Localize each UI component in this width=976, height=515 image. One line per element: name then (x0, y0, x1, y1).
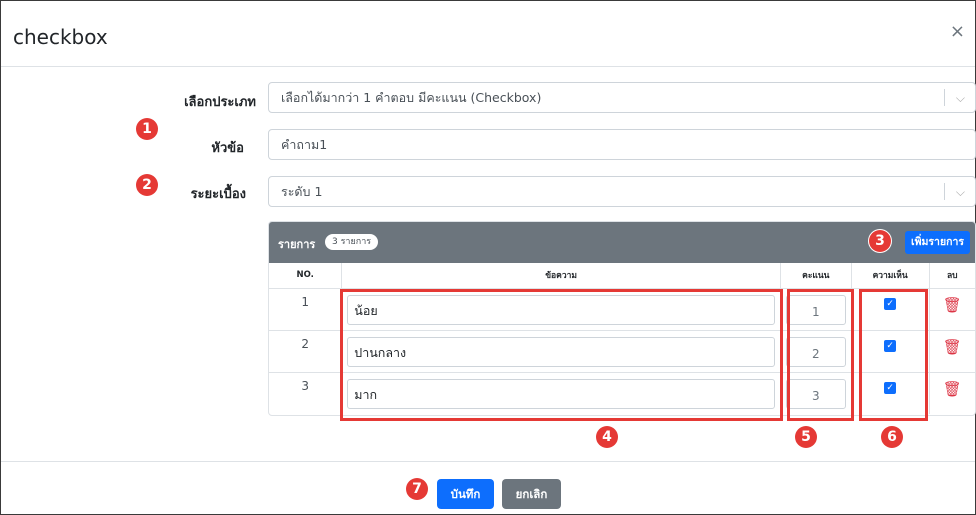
type-label: เลือกประเภท (184, 95, 256, 110)
col-header-score: คะแนน (780, 263, 852, 289)
score-cell: 2 (780, 330, 852, 373)
save-button[interactable]: บันทึก (437, 479, 494, 509)
item-score-input[interactable]: 3 (785, 378, 846, 409)
topic-input[interactable]: คำถาม1 (268, 129, 976, 160)
col-header-comment: ความเห็น (851, 263, 930, 289)
col-header-no: NO. (269, 263, 343, 289)
level-select[interactable]: ระดับ 1 ⌵ (268, 176, 976, 207)
cancel-button[interactable]: ยกเลิก (502, 479, 561, 509)
item-score-input[interactable]: 1 (785, 294, 846, 325)
comment-checkbox[interactable]: ✓ (884, 339, 897, 352)
row-number: 3 (269, 372, 343, 414)
text-cell: น้อย (341, 288, 781, 331)
comment-cell: ✓ (851, 288, 930, 331)
chevron-down-icon: ⌵ (955, 91, 965, 105)
trash-icon[interactable]: 🗑 (943, 338, 962, 356)
comment-cell: ✓ (851, 330, 930, 373)
comment-checkbox[interactable]: ✓ (884, 297, 897, 310)
table-row: 2 ปานกลาง 2 ✓ 🗑 (269, 330, 975, 373)
score-cell: 3 (780, 372, 852, 414)
table-row: 3 มาก 3 ✓ 🗑 (269, 372, 975, 414)
row-number: 2 (269, 330, 343, 373)
marker-6: 6 (881, 426, 903, 448)
table-header-row: NO. ข้อความ คะแนน ความเห็น ลบ (269, 263, 975, 289)
chevron-down-icon: ⌵ (955, 185, 965, 199)
delete-cell: 🗑 (929, 372, 975, 414)
text-cell: ปานกลาง (341, 330, 781, 373)
trash-icon[interactable]: 🗑 (943, 380, 962, 398)
comment-cell: ✓ (851, 372, 930, 414)
marker-3: 3 (869, 230, 891, 252)
type-select-value: เลือกได้มากว่า 1 คำตอบ มีคะแนน (Checkbox… (281, 90, 542, 105)
modal-footer: บันทึก ยกเลิก (1, 461, 975, 515)
comment-checkbox[interactable]: ✓ (884, 381, 897, 394)
level-select-value: ระดับ 1 (281, 184, 323, 199)
modal-title: checkbox (13, 25, 108, 49)
add-item-button[interactable]: เพิ่มรายการ (904, 231, 970, 254)
table-row: 1 น้อย 1 ✓ 🗑 (269, 288, 975, 331)
row-number: 1 (269, 288, 343, 331)
marker-1: 1 (136, 118, 158, 140)
modal-header: checkbox × (1, 1, 975, 67)
items-card-title: รายการ (278, 238, 316, 251)
text-cell: มาก (341, 372, 781, 414)
items-card: รายการ 3 รายการ เพิ่มรายการ NO. ข้อความ … (268, 221, 976, 416)
trash-icon[interactable]: 🗑 (943, 296, 962, 314)
select-separator (944, 89, 945, 106)
topic-input-value: คำถาม1 (281, 137, 328, 152)
items-table: NO. ข้อความ คะแนน ความเห็น ลบ 1 น้อย 1 ✓… (269, 263, 975, 414)
col-header-delete: ลบ (929, 263, 975, 289)
marker-5: 5 (795, 426, 817, 448)
score-cell: 1 (780, 288, 852, 331)
select-separator (944, 183, 945, 200)
marker-2: 2 (136, 174, 158, 196)
topic-label: หัวข้อ (211, 141, 244, 156)
item-text-input[interactable]: ปานกลาง (347, 336, 775, 367)
delete-cell: 🗑 (929, 330, 975, 373)
marker-4: 4 (596, 426, 618, 448)
col-header-text: ข้อความ (341, 263, 781, 289)
item-text-input[interactable]: มาก (347, 378, 775, 409)
close-icon[interactable]: × (950, 23, 965, 41)
item-text-input[interactable]: น้อย (347, 294, 775, 325)
type-select[interactable]: เลือกได้มากว่า 1 คำตอบ มีคะแนน (Checkbox… (268, 82, 976, 113)
items-count-badge: 3 รายการ (325, 234, 379, 250)
modal-dialog: checkbox × เลือกประเภท เลือกได้มากว่า 1 … (0, 0, 976, 515)
item-score-input[interactable]: 2 (785, 336, 846, 367)
delete-cell: 🗑 (929, 288, 975, 331)
